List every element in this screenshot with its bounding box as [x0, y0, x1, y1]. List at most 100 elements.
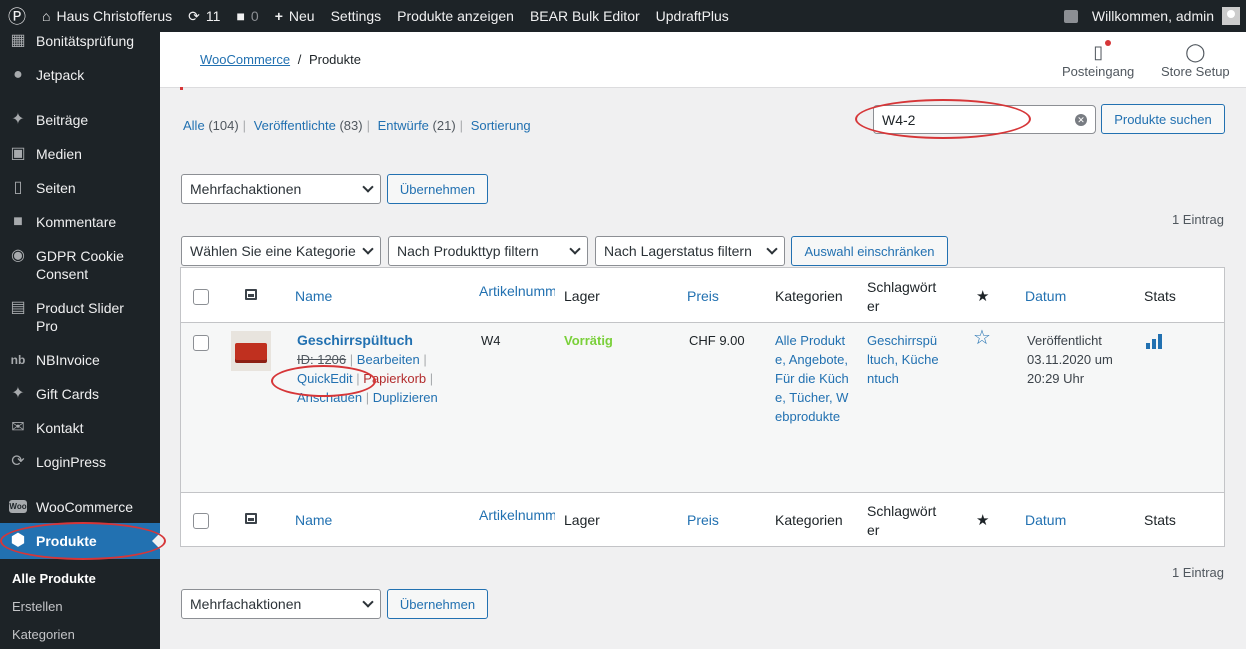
bulk-apply-button-bottom[interactable]: Übernehmen — [387, 589, 488, 619]
view-published-link[interactable]: Veröffentlichte (83) — [254, 118, 363, 133]
comments-link[interactable]: ■ 0 — [228, 0, 266, 32]
breadcrumb-woocommerce-link[interactable]: WooCommerce — [200, 52, 290, 67]
product-type-filter-select[interactable]: Nach Produkttyp filtern — [388, 236, 588, 266]
submenu-alle-produkte[interactable]: Alle Produkte — [12, 571, 96, 586]
search-products-button[interactable]: Produkte suchen — [1101, 104, 1225, 134]
bulk-apply-button-top[interactable]: Übernehmen — [387, 174, 488, 204]
produkte-menu-highlight-annotation — [0, 522, 166, 560]
view-drafts-link[interactable]: Entwürfe (21) — [378, 118, 456, 133]
featured-toggle-star-icon[interactable]: ☆ — [973, 328, 991, 348]
image-icon — [245, 513, 257, 524]
comment-icon: ■ — [13, 213, 23, 230]
refresh-icon: ⟳ — [188, 7, 200, 24]
page-title: Produkte — [308, 52, 361, 67]
sidebar-item-medien[interactable]: ▣ Medien — [0, 145, 160, 163]
new-content-link[interactable]: + Neu — [267, 0, 323, 32]
chevron-down-icon — [362, 596, 374, 608]
welcome-text[interactable]: Willkommen, admin — [1092, 8, 1214, 24]
sort-price-link-bottom[interactable]: Preis — [687, 511, 719, 530]
sidebar-item-beitraege[interactable]: ✦ Beiträge — [0, 111, 160, 129]
sort-sku-link[interactable]: Artikelnummer — [479, 282, 555, 301]
jetpack-icon: ● — [13, 66, 23, 83]
product-thumbnail[interactable] — [231, 331, 271, 371]
filter-apply-button[interactable]: Auswahl einschränken — [791, 236, 948, 266]
stats-footer: Stats — [1144, 512, 1176, 528]
breadcrumb: WooCommerce / Produkte — [200, 52, 361, 67]
sidebar-item-product-slider-pro[interactable]: ▤ Product Slider Pro — [0, 299, 160, 335]
categories-links[interactable]: Alle Produkte, Angebote, Für die Küche, … — [775, 331, 851, 426]
clear-search-icon[interactable]: ✕ — [1075, 114, 1087, 126]
comment-icon: ■ — [236, 8, 245, 24]
sku-value: W4 — [481, 333, 501, 348]
category-filter-select[interactable]: Wählen Sie eine Kategorie — [181, 236, 381, 266]
image-icon — [245, 289, 257, 300]
sort-name-link-bottom[interactable]: Name — [295, 511, 332, 530]
sort-price-link[interactable]: Preis — [687, 287, 719, 306]
view-sorting-link[interactable]: Sortierung — [471, 118, 531, 133]
sidebar-item-kontakt[interactable]: ✉ Kontakt — [0, 419, 160, 437]
settings-link[interactable]: Settings — [323, 0, 390, 32]
sort-date-link[interactable]: Datum — [1025, 287, 1066, 306]
categories-footer: Kategorien — [775, 512, 843, 528]
tags-header: Schlagwörter — [867, 279, 937, 314]
tags-links[interactable]: Geschirrspültuch, Küchentuch — [867, 331, 939, 388]
select-all-checkbox-bottom[interactable] — [193, 513, 209, 529]
search-highlight-annotation — [855, 99, 1031, 139]
product-name-link[interactable]: Geschirrspültuch — [297, 332, 413, 348]
price-value: CHF 9.00 — [689, 333, 745, 348]
items-count-top: 1 Eintrag — [1171, 212, 1224, 227]
chevron-down-icon — [569, 243, 581, 255]
sidebar-item-gdpr-cookie-consent[interactable]: ◉ GDPR Cookie Consent — [0, 247, 160, 283]
sort-date-link-bottom[interactable]: Datum — [1025, 511, 1066, 530]
updates-link[interactable]: ⟳ 11 — [180, 0, 228, 32]
sort-name-link[interactable]: Name — [295, 287, 332, 306]
submenu-kategorien[interactable]: Kategorien — [12, 627, 75, 642]
home-icon: ⌂ — [42, 8, 51, 24]
table-row: Geschirrspültuch ID: 1206 | Bearbeiten |… — [181, 323, 1224, 492]
bulk-actions-select-top[interactable]: Mehrfachaktionen — [181, 174, 381, 204]
header-accent-mark — [180, 87, 183, 90]
sidebar-item-seiten[interactable]: ▯ Seiten — [0, 179, 160, 197]
pages-icon: ▯ — [13, 179, 23, 196]
bulk-actions-select-bottom[interactable]: Mehrfachaktionen — [181, 589, 381, 619]
bear-bulk-editor-link[interactable]: BEAR Bulk Editor — [522, 0, 648, 32]
inbox-icon: ▯ — [1093, 40, 1112, 64]
view-all-link[interactable]: Alle (104) — [183, 118, 239, 133]
sidebar-item-jetpack[interactable]: ● Jetpack — [0, 66, 160, 84]
notification-dot — [1105, 40, 1112, 46]
admin-bar: Ⓟ ⌂ Haus Christofferus ⟳ 11 ■ 0 + Neu Settin… — [0, 0, 1246, 32]
stock-footer: Lager — [564, 512, 600, 528]
sidebar-item-bonitaetspruefung[interactable]: ▦ Bonitätsprüfung — [0, 32, 160, 50]
date-status: Veröffentlicht — [1027, 333, 1102, 348]
loginpress-icon: ⟳ — [11, 453, 25, 470]
status-filter-links: Alle (104) | Veröffentlichte (83) | Entwür… — [183, 118, 531, 133]
store-setup-button[interactable]: ◯ Store Setup — [1161, 40, 1230, 79]
sort-sku-link-bottom[interactable]: Artikelnummer — [479, 506, 555, 525]
progress-ring-icon: ◯ — [1185, 42, 1206, 62]
updraftplus-link[interactable]: UpdraftPlus — [648, 0, 737, 32]
tags-footer: Schlagwörter — [867, 503, 937, 538]
edit-link[interactable]: Bearbeiten — [357, 352, 420, 367]
select-all-checkbox[interactable] — [193, 289, 209, 305]
sidebar-item-gift-cards[interactable]: ✦ Gift Cards — [0, 385, 160, 403]
sidebar-item-loginpress[interactable]: ⟳ LoginPress — [0, 453, 160, 471]
site-name-link[interactable]: ⌂ Haus Christofferus — [34, 0, 180, 32]
sidebar-item-woocommerce[interactable]: Woo WooCommerce — [0, 498, 160, 516]
sidebar-item-nbinvoice[interactable]: nb NBInvoice — [0, 351, 160, 369]
sidebar-item-kommentare[interactable]: ■ Kommentare — [0, 213, 160, 231]
quickedit-highlight-annotation — [271, 365, 376, 397]
view-products-link[interactable]: Produkte anzeigen — [389, 0, 522, 32]
stats-bar-chart-icon[interactable] — [1146, 333, 1162, 349]
wordpress-logo-icon[interactable]: Ⓟ — [0, 0, 34, 32]
chevron-down-icon — [362, 181, 374, 193]
avatar[interactable] — [1222, 7, 1240, 25]
notification-icon[interactable] — [1063, 9, 1078, 23]
stock-header: Lager — [564, 288, 600, 304]
inbox-button[interactable]: ▯ Posteingang — [1062, 40, 1134, 79]
duplicate-link[interactable]: Duplizieren — [373, 390, 438, 405]
featured-star-icon[interactable]: ★ — [976, 511, 989, 530]
featured-star-icon[interactable]: ★ — [976, 287, 989, 306]
row-checkbox[interactable] — [193, 335, 209, 351]
stock-status-filter-select[interactable]: Nach Lagerstatus filtern — [595, 236, 785, 266]
submenu-erstellen[interactable]: Erstellen — [12, 599, 63, 614]
